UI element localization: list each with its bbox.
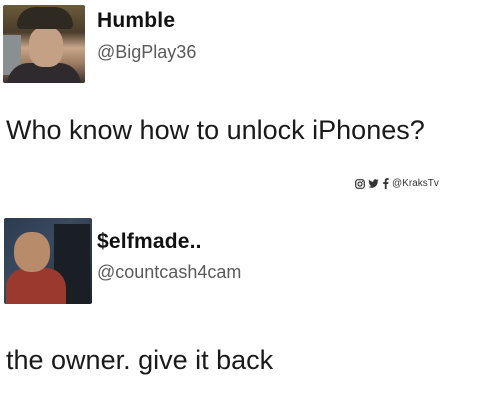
facebook-icon	[382, 178, 389, 189]
avatar[interactable]	[3, 5, 85, 83]
display-name[interactable]: Humble	[97, 9, 175, 33]
user-handle[interactable]: @countcash4cam	[97, 262, 241, 283]
user-handle[interactable]: @BigPlay36	[97, 42, 196, 63]
avatar-hat	[17, 7, 73, 29]
twitter-icon	[368, 178, 379, 189]
instagram-icon	[355, 178, 365, 189]
avatar[interactable]	[4, 218, 92, 304]
watermark-handle: @KraksTv	[392, 178, 439, 189]
tweet-text: the owner. give it back	[6, 345, 274, 375]
tweet-text: Who know how to unlock iPhones?	[6, 115, 425, 145]
watermark-credit: @KraksTv	[355, 178, 439, 189]
avatar-face	[14, 232, 50, 272]
avatar-face	[29, 27, 63, 67]
display-name[interactable]: $elfmade..	[97, 230, 202, 254]
avatar-shirt	[6, 268, 66, 304]
